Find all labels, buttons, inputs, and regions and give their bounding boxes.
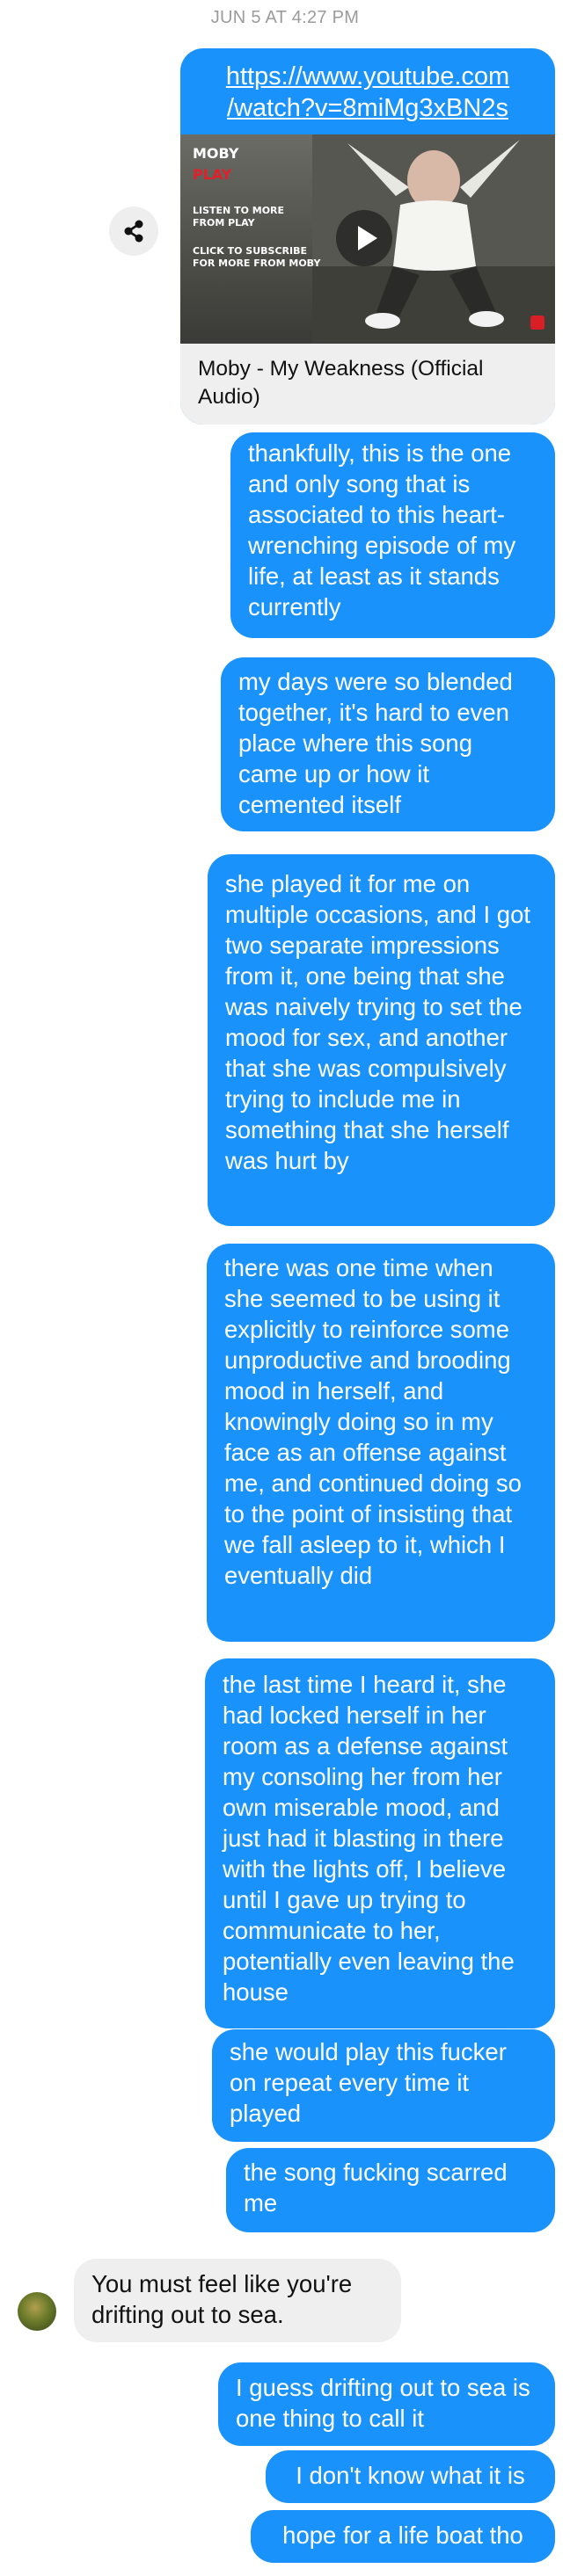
thumbnail-text-3: CLICK TO SUBSCRIBE bbox=[193, 245, 307, 257]
youtube-logo-icon bbox=[530, 316, 544, 330]
link-caption: Moby - My Weakness (Official Audio) bbox=[180, 344, 555, 424]
message-bubble-incoming[interactable]: You must feel like you're drifting out t… bbox=[74, 2259, 401, 2342]
link-url-line-2[interactable]: /watch?v=8miMg3xBN2s bbox=[180, 92, 555, 124]
message-bubble-outgoing[interactable]: the last time I heard it, she had locked… bbox=[205, 1658, 555, 2028]
link-url-line-1[interactable]: https://www.youtube.com bbox=[180, 61, 555, 92]
message-bubble-outgoing[interactable]: I don't know what it is bbox=[266, 2450, 555, 2503]
link-url[interactable]: https://www.youtube.com /watch?v=8miMg3x… bbox=[180, 61, 555, 124]
thumbnail-text-2: FROM PLAY bbox=[193, 217, 255, 229]
thumbnail-text-4: FOR MORE FROM MOBY bbox=[193, 258, 321, 269]
message-bubble-outgoing[interactable]: there was one time when she seemed to be… bbox=[207, 1244, 555, 1642]
message-bubble-outgoing[interactable]: she played it for me on multiple occasio… bbox=[208, 854, 555, 1226]
timestamp: JUN 5 AT 4:27 PM bbox=[210, 8, 360, 27]
message-bubble-outgoing[interactable]: I guess drifting out to sea is one thing… bbox=[218, 2362, 555, 2446]
thumbnail-title: MOBY bbox=[193, 145, 239, 162]
contact-avatar[interactable] bbox=[18, 2292, 56, 2331]
message-bubble-outgoing[interactable]: my days were so blended together, it's h… bbox=[221, 657, 555, 831]
message-bubble-outgoing[interactable]: hope for a life boat tho bbox=[251, 2510, 555, 2563]
message-bubble-outgoing[interactable]: thankfully, this is the one and only son… bbox=[230, 432, 555, 638]
thumbnail-text-1: LISTEN TO MORE bbox=[193, 205, 285, 216]
message-bubble-outgoing[interactable]: she would play this fucker on repeat eve… bbox=[212, 2029, 555, 2142]
share-button[interactable] bbox=[109, 207, 158, 256]
link-preview-card[interactable]: https://www.youtube.com /watch?v=8miMg3x… bbox=[180, 48, 555, 424]
share-icon bbox=[124, 220, 143, 243]
thumbnail-subtitle: PLAY bbox=[193, 166, 232, 183]
play-icon[interactable] bbox=[336, 210, 392, 266]
video-thumbnail[interactable]: MOBY PLAY LISTEN TO MORE FROM PLAY CLICK… bbox=[180, 134, 555, 344]
message-bubble-outgoing[interactable]: the song fucking scarred me bbox=[226, 2148, 555, 2232]
